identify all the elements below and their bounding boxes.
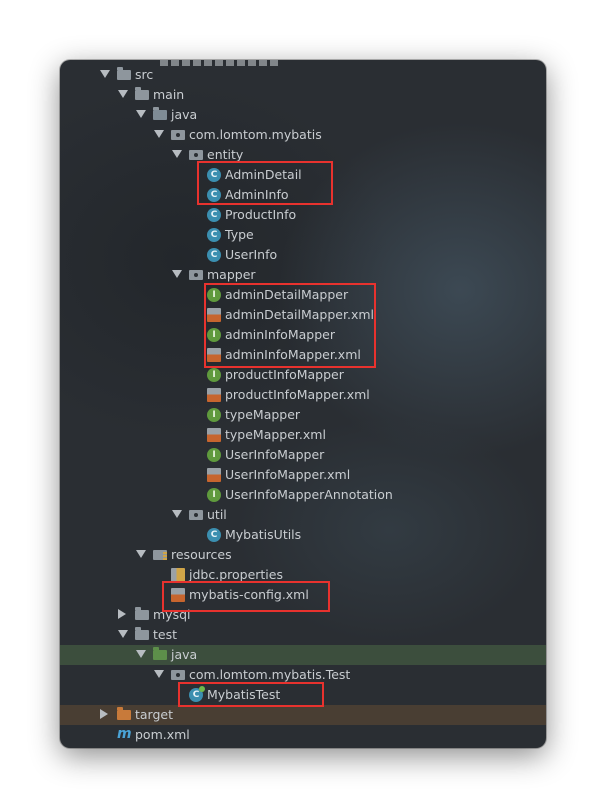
tree-row-label: com.lomtom.mybatis.Test (189, 667, 351, 682)
chevron-down-icon[interactable] (172, 270, 182, 278)
tree-row-label: main (153, 87, 185, 102)
chevron-right-icon[interactable] (118, 609, 126, 619)
tree-row-label: Type (225, 227, 254, 242)
xml-file-icon (207, 388, 221, 402)
tree-row-label: productInfoMapper.xml (225, 387, 370, 402)
chevron-down-icon[interactable] (118, 90, 128, 98)
tree-row[interactable]: I UserInfoMapper (60, 445, 546, 465)
tree-row-label: src (135, 67, 154, 82)
tree-row[interactable]: mapper (60, 265, 546, 285)
xml-file-icon (207, 428, 221, 442)
folder-icon (135, 87, 149, 100)
tree-row[interactable]: UserInfoMapper.xml (60, 465, 546, 485)
tree-row[interactable]: IproductInfoMapper (60, 365, 546, 385)
tree-row-label: jdbc.properties (189, 567, 283, 582)
chevron-down-icon[interactable] (100, 70, 110, 78)
package-icon (189, 150, 203, 160)
class-icon: C (207, 228, 221, 242)
tree-row-label: util (207, 507, 227, 522)
chevron-down-icon[interactable] (136, 110, 146, 118)
tree-row-label: com.lomtom.mybatis (189, 127, 322, 142)
tree-row-label: target (135, 707, 174, 722)
tree-row-label: java (171, 647, 198, 662)
highlight-box-entity-classes (197, 161, 333, 205)
tree-row[interactable]: C MybatisUtils (60, 525, 546, 545)
tree-row[interactable]: target (60, 705, 546, 725)
package-icon (171, 670, 185, 680)
folder-icon (117, 67, 131, 80)
tree-row[interactable]: productInfoMapper.xml (60, 385, 546, 405)
tree-row-label: resources (171, 547, 232, 562)
folder-icon (135, 627, 149, 640)
chevron-down-icon[interactable] (136, 650, 146, 658)
tree-row-label: MybatisUtils (225, 527, 302, 542)
tree-row[interactable]: util (60, 505, 546, 525)
tree-row-label: mapper (207, 267, 256, 282)
interface-icon: I (207, 408, 221, 422)
chevron-down-icon[interactable] (154, 670, 164, 678)
tree-row[interactable]: main (60, 85, 546, 105)
tree-row-label: productInfoMapper (225, 367, 344, 382)
tree-row-label: java (171, 107, 198, 122)
interface-icon: I (207, 448, 221, 462)
resources-folder-icon (153, 550, 167, 560)
chevron-down-icon[interactable] (118, 630, 128, 638)
properties-file-icon (171, 568, 185, 582)
class-icon: C (207, 208, 221, 222)
tree-row[interactable]: test (60, 625, 546, 645)
tree-row-label: test (153, 627, 178, 642)
chevron-down-icon[interactable] (172, 150, 182, 158)
class-icon: C (207, 528, 221, 542)
tree-row[interactable]: C UserInfo (60, 245, 546, 265)
tree-row[interactable]: C ProductInfo (60, 205, 546, 225)
highlight-box-mybatis-test (178, 682, 324, 707)
tree-row[interactable]: typeMapper.xml (60, 425, 546, 445)
tree-row-label: typeMapper.xml (225, 427, 326, 442)
tree-row[interactable]: src (60, 65, 546, 85)
tree-row[interactable]: com.lomtom.mybatis (60, 125, 546, 145)
package-icon (189, 510, 203, 520)
xml-file-icon (207, 468, 221, 482)
chevron-down-icon[interactable] (172, 510, 182, 518)
interface-icon: I (207, 488, 221, 502)
folder-icon (135, 607, 149, 620)
tree-row-label: UserInfoMapper.xml (225, 467, 351, 482)
excluded-folder-icon (117, 707, 131, 720)
chevron-right-icon[interactable] (100, 709, 108, 719)
chevron-down-icon[interactable] (154, 130, 164, 138)
maven-icon: m (117, 726, 132, 742)
package-icon (171, 130, 185, 140)
tree-row-label: typeMapper (225, 407, 301, 422)
project-tree-panel: src main java com.lomtom.mybatis entity C Admi… (60, 60, 546, 748)
source-folder-icon (153, 107, 167, 120)
tree-row-label: UserInfoMapperAnnotation (225, 487, 393, 502)
highlight-box-admin-mappers (204, 283, 376, 368)
tree-row[interactable]: resources (60, 545, 546, 565)
tree-row-label: entity (207, 147, 244, 162)
tree-row[interactable]: m pom.xml (60, 725, 546, 745)
tree-row-label: ProductInfo (225, 207, 297, 222)
package-icon (189, 270, 203, 280)
tree-row-label: UserInfo (225, 247, 278, 262)
tree-row[interactable]: java (60, 105, 546, 125)
highlight-box-mybatis-config (162, 581, 330, 612)
tree-row-label: UserInfoMapper (225, 447, 325, 462)
chevron-down-icon[interactable] (136, 550, 146, 558)
tree-row[interactable]: I UserInfoMapperAnnotation (60, 485, 546, 505)
tree-row[interactable]: C Type (60, 225, 546, 245)
class-icon: C (207, 248, 221, 262)
tree-row[interactable]: ItypeMapper (60, 405, 546, 425)
test-source-folder-icon (153, 647, 167, 660)
tree-row[interactable]: java (60, 645, 546, 665)
interface-icon: I (207, 368, 221, 382)
tree-row-label: pom.xml (135, 727, 190, 742)
